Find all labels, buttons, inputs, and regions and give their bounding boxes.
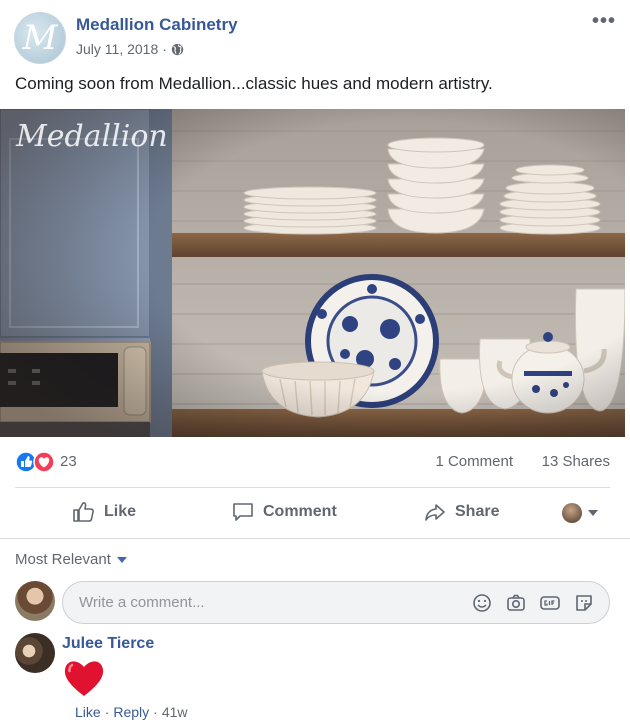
commenter-avatar[interactable] <box>15 633 55 673</box>
post-date[interactable]: July 11, 2018 <box>76 41 158 57</box>
avatar-letter: M <box>22 18 58 58</box>
comment-meta: Like · Reply · 41w <box>75 704 188 720</box>
divider <box>0 538 630 539</box>
love-reaction-icon <box>33 451 55 473</box>
like-reaction-icon <box>15 451 37 473</box>
reactions-summary: 23 1 Comment 13 Shares <box>0 448 630 476</box>
kitchen-shelf-photo <box>0 109 625 437</box>
post-header: M Medallion Cabinetry July 11, 2018 · ••… <box>0 0 630 70</box>
divider <box>15 487 610 488</box>
chevron-down-icon <box>588 510 598 516</box>
page-name-link[interactable]: Medallion Cabinetry <box>76 15 238 35</box>
more-options-icon[interactable]: ••• <box>592 10 616 33</box>
shares-count-link[interactable]: 13 Shares <box>542 453 610 470</box>
viewer-identity-select[interactable] <box>562 503 598 523</box>
like-button[interactable]: Like <box>72 500 136 524</box>
thumbs-up-icon <box>73 502 94 522</box>
page-avatar[interactable]: M <box>14 12 66 64</box>
camera-icon[interactable] <box>505 592 527 614</box>
comment-input[interactable]: Write a comment... <box>79 594 205 611</box>
post-actions: Like Comment Share <box>0 490 630 536</box>
reaction-icons[interactable] <box>15 451 55 473</box>
globe-icon <box>171 43 184 55</box>
meta-separator: · <box>162 41 167 57</box>
like-label: Like <box>104 503 137 520</box>
share-button[interactable]: Share <box>423 500 499 524</box>
share-arrow-icon <box>425 504 445 521</box>
comment-author[interactable]: Julee Tierce <box>62 635 154 653</box>
reaction-count[interactable]: 23 <box>60 453 77 470</box>
comment-composer[interactable]: Write a comment... <box>62 581 610 624</box>
comments-count-link[interactable]: 1 Comment <box>435 453 513 470</box>
share-label: Share <box>455 503 500 520</box>
comment-reply-link[interactable]: Reply <box>113 704 149 720</box>
post-meta: July 11, 2018 · <box>76 41 184 57</box>
gif-icon[interactable] <box>539 592 561 614</box>
red-heart-emoji-icon <box>64 661 104 696</box>
emoji-icon[interactable] <box>471 592 493 614</box>
meta-separator: · <box>153 704 158 720</box>
viewer-avatar <box>562 503 582 523</box>
brand-watermark: Medallion <box>16 119 168 154</box>
comment-label: Comment <box>263 503 337 520</box>
chevron-down-icon <box>116 556 127 563</box>
sticker-icon[interactable] <box>573 592 595 614</box>
post-image[interactable]: Medallion <box>0 109 625 437</box>
comment-sort-dropdown[interactable]: Most Relevant <box>15 551 127 568</box>
comment-age[interactable]: 41w <box>162 704 188 720</box>
sort-label: Most Relevant <box>15 551 111 568</box>
comment-bubble-icon <box>233 503 253 521</box>
comment-button[interactable]: Comment <box>231 500 337 524</box>
meta-separator: · <box>104 704 110 720</box>
comment-like-link[interactable]: Like <box>75 704 101 720</box>
post-text: Coming soon from Medallion...classic hue… <box>15 74 493 93</box>
composer-icons <box>471 592 595 614</box>
viewer-avatar[interactable] <box>15 581 55 621</box>
